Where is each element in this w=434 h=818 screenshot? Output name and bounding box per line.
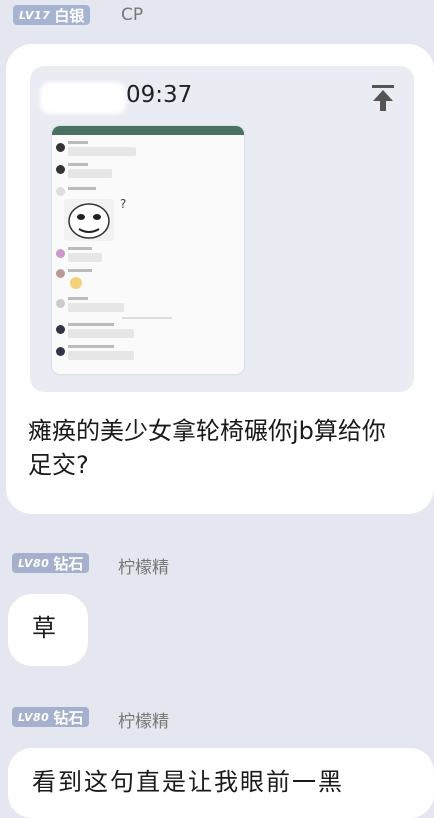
- rank-label: 钻石: [53, 554, 84, 573]
- username[interactable]: CP: [121, 5, 143, 25]
- message-text: 瘫痪的美少女拿轮椅碾你jb算给你足交?: [28, 417, 386, 479]
- username[interactable]: 柠檬精: [118, 553, 169, 578]
- thumbnail-chat-content: ?: [52, 135, 244, 374]
- level-label: LV80: [18, 556, 50, 570]
- chat-screenshot-thumbnail[interactable]: ?: [52, 126, 244, 374]
- level-badge: LV80 钻石: [12, 553, 90, 573]
- shared-file-card[interactable]: 09:37 ?: [30, 66, 414, 392]
- level-label: LV80: [18, 710, 50, 724]
- upload-top-icon[interactable]: [370, 84, 396, 112]
- message-bubble[interactable]: 草: [8, 594, 88, 666]
- redacted-name-blur: [40, 82, 126, 114]
- level-badge: LV17 白银: [13, 5, 91, 25]
- message-text: 看到这句直是让我眼前一黑: [32, 768, 344, 796]
- rank-label: 白银: [54, 6, 85, 25]
- thumbnail-title-bar: [52, 126, 244, 135]
- level-label: LV17: [19, 8, 51, 22]
- level-badge: LV80 钻石: [12, 707, 90, 727]
- rank-label: 钻石: [53, 708, 84, 727]
- meme-face-image: [64, 199, 114, 241]
- message-text: 草: [32, 614, 56, 642]
- file-time: 09:37: [126, 82, 193, 108]
- username[interactable]: 柠檬精: [118, 707, 169, 732]
- message-bubble[interactable]: 看到这句直是让我眼前一黑: [8, 748, 434, 818]
